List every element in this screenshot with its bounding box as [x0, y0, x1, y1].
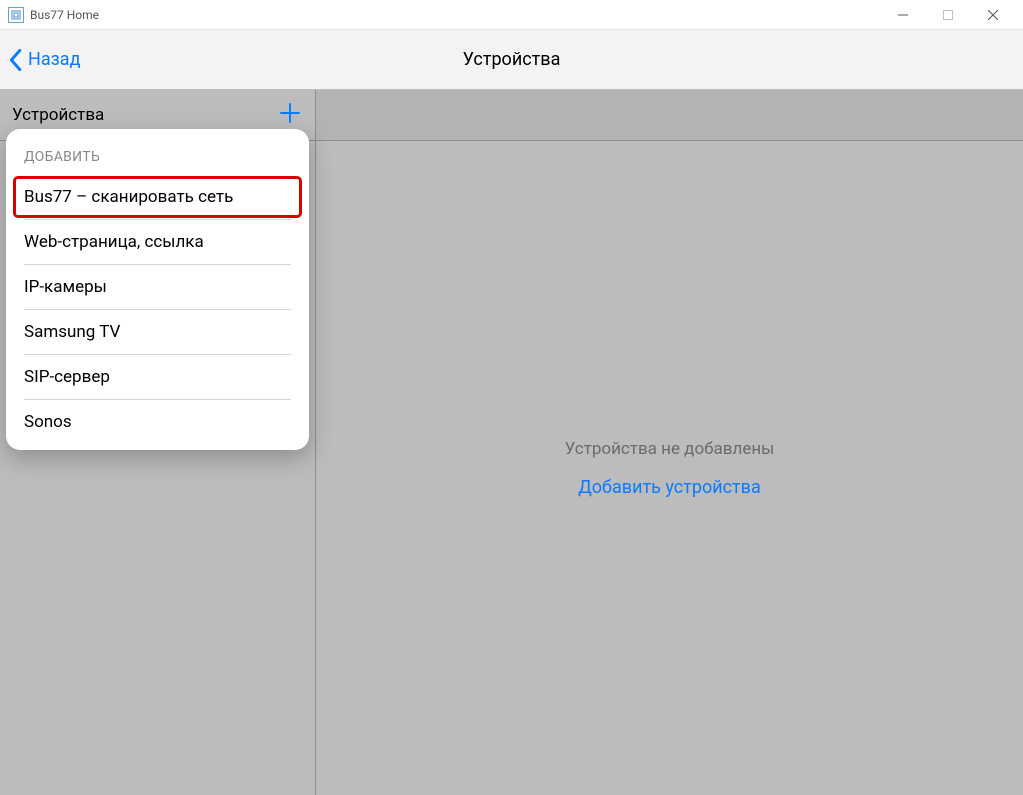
add-popover: ДОБАВИТЬ Bus77 – сканировать сеть Web-ст…	[6, 129, 309, 450]
plus-icon	[279, 102, 301, 124]
minimize-button[interactable]	[880, 0, 925, 30]
back-label: Назад	[28, 49, 80, 70]
popover-item-label: Samsung TV	[24, 322, 120, 342]
popover-item-web-page[interactable]: Web-страница, ссылка	[6, 220, 309, 264]
window-controls	[880, 0, 1015, 30]
chevron-left-icon	[6, 48, 24, 72]
popover-header: ДОБАВИТЬ	[6, 143, 309, 175]
sidebar: Устройства ДОБАВИТЬ Bus77 – сканировать …	[0, 90, 316, 795]
content-area: Устройства ДОБАВИТЬ Bus77 – сканировать …	[0, 90, 1023, 795]
window-titlebar: Bus77 Home	[0, 0, 1023, 30]
add-devices-link[interactable]: Добавить устройства	[578, 477, 761, 498]
close-button[interactable]	[970, 0, 1015, 30]
popover-item-label: IP-камеры	[24, 277, 107, 297]
popover-item-label: Bus77 – сканировать сеть	[24, 187, 233, 207]
add-device-button[interactable]	[277, 101, 303, 129]
empty-state: Устройства не добавлены Добавить устройс…	[316, 141, 1023, 795]
popover-item-label: SIP-сервер	[24, 367, 110, 387]
popover-item-sonos[interactable]: Sonos	[6, 400, 309, 444]
empty-message: Устройства не добавлены	[565, 439, 775, 459]
maximize-button[interactable]	[925, 0, 970, 30]
back-button[interactable]: Назад	[0, 30, 90, 89]
main-pane-topbar	[316, 90, 1023, 141]
popover-item-label: Web-страница, ссылка	[24, 232, 204, 252]
page-title: Устройства	[463, 49, 561, 70]
popover-item-bus77-scan[interactable]: Bus77 – сканировать сеть	[12, 175, 303, 219]
popover-item-label: Sonos	[24, 412, 72, 432]
app-icon	[8, 7, 24, 23]
navbar: Назад Устройства	[0, 30, 1023, 90]
sidebar-title: Устройства	[12, 105, 104, 125]
popover-item-sip-server[interactable]: SIP-сервер	[6, 355, 309, 399]
popover-item-samsung-tv[interactable]: Samsung TV	[6, 310, 309, 354]
popover-item-ip-cameras[interactable]: IP-камеры	[6, 265, 309, 309]
main-pane: Устройства не добавлены Добавить устройс…	[316, 90, 1023, 795]
window-title: Bus77 Home	[30, 8, 99, 22]
